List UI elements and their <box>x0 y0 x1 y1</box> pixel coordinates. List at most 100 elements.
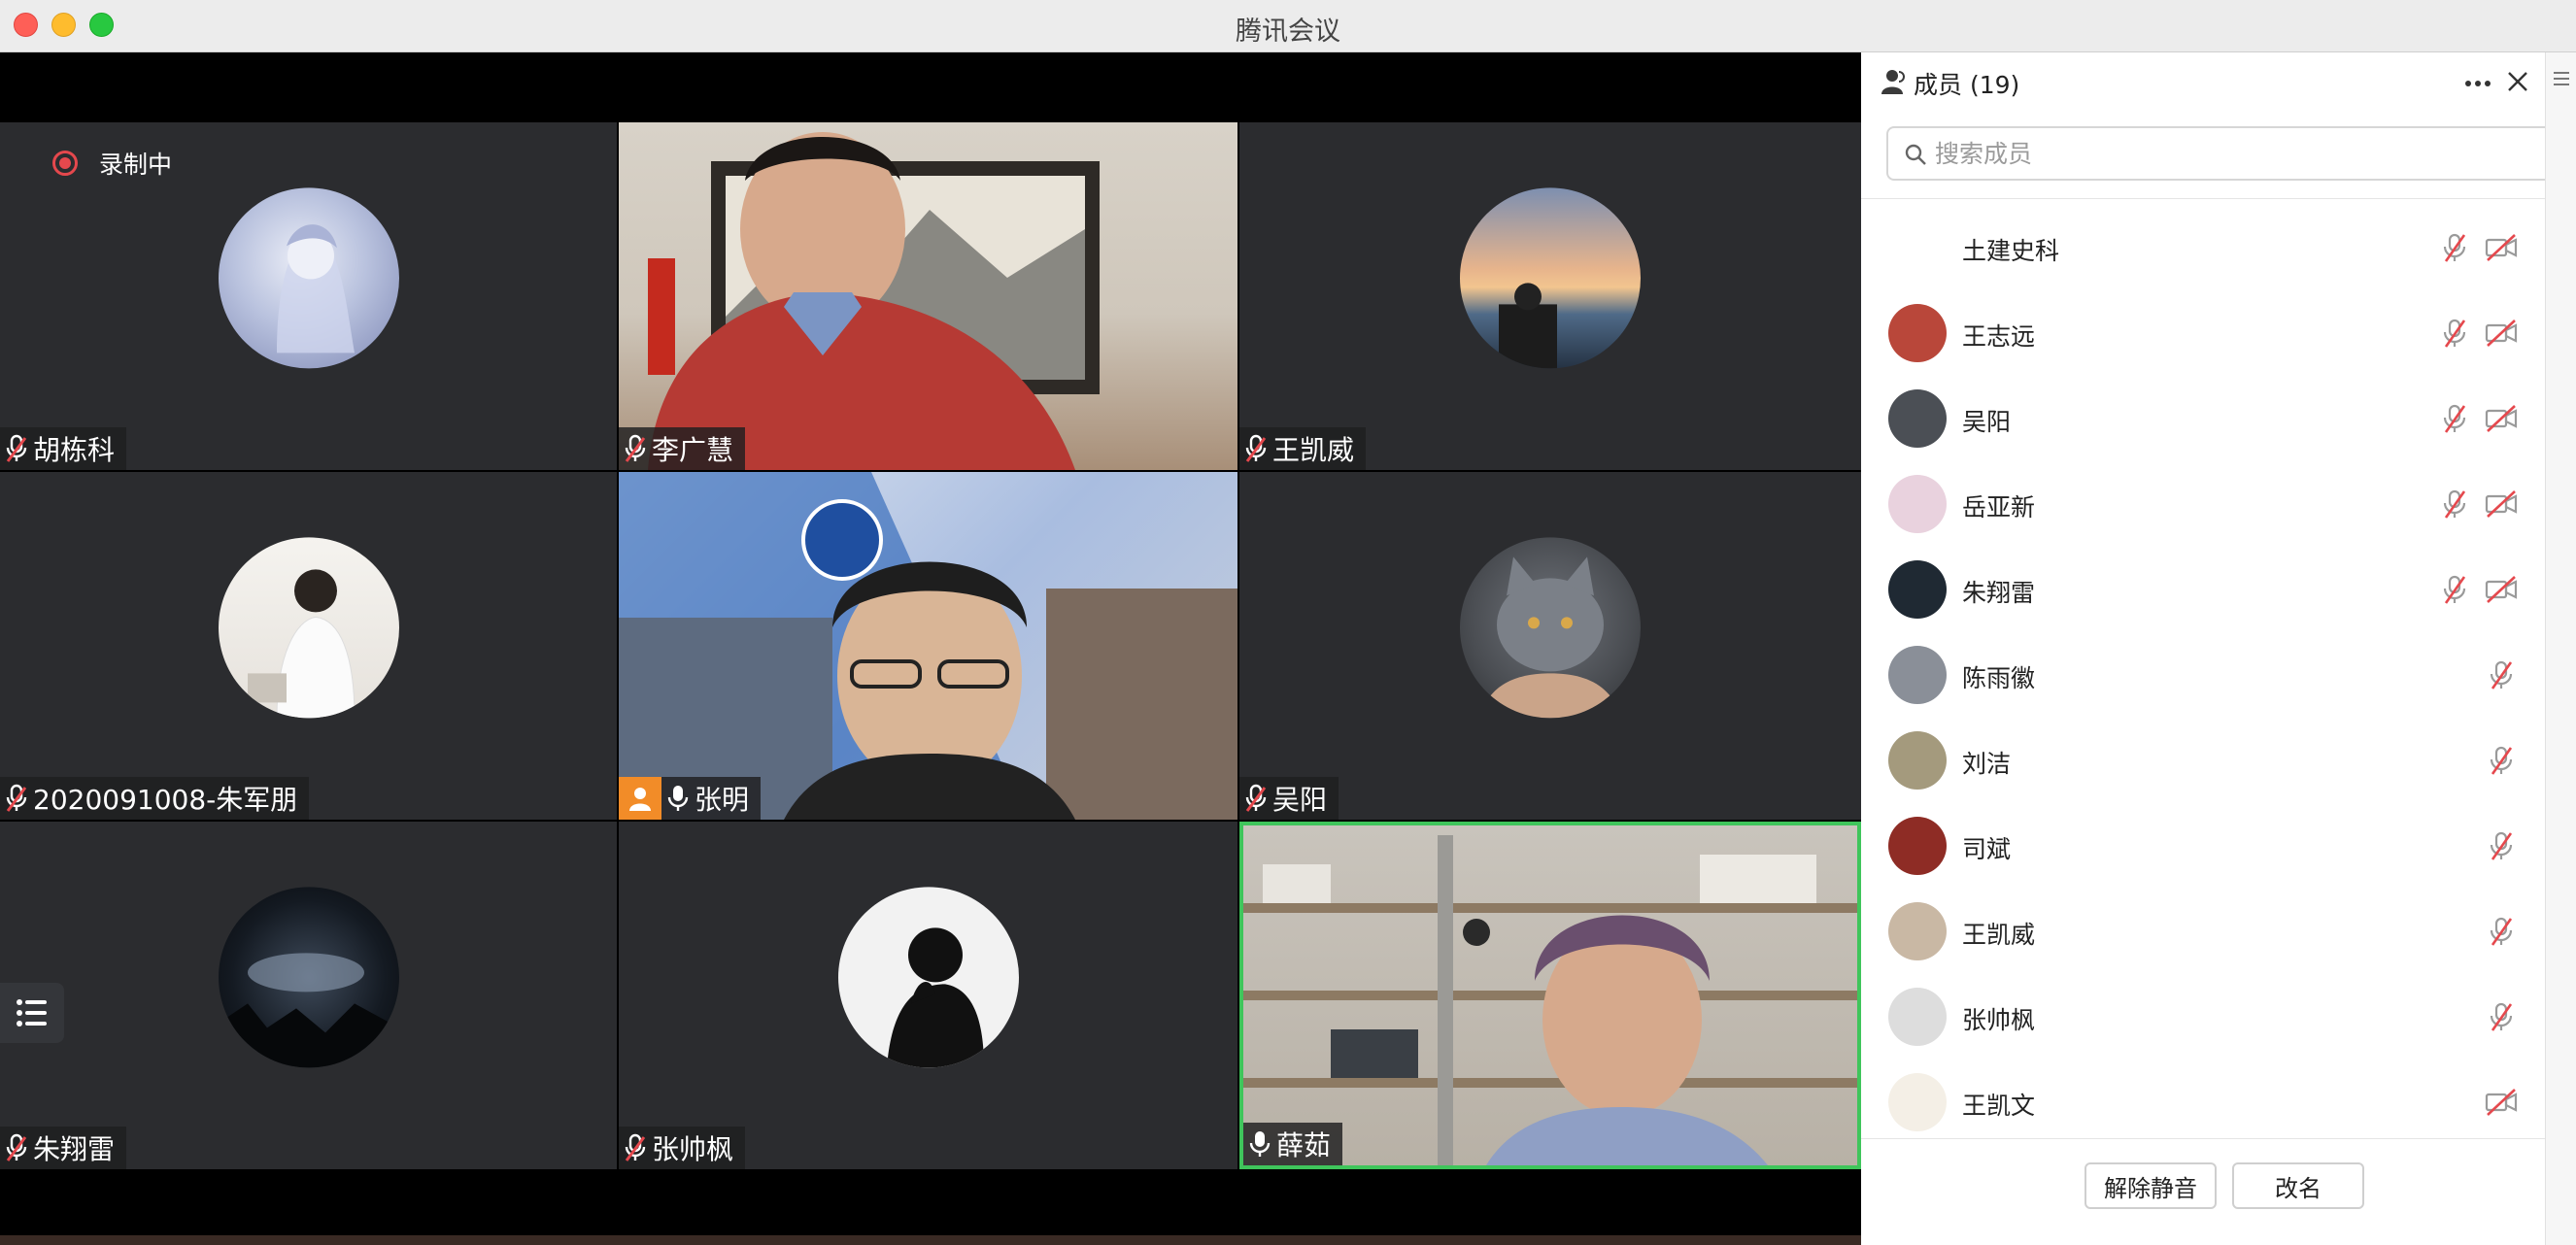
mic-muted-icon[interactable] <box>2438 403 2471 434</box>
video-tile-2[interactable]: 李广慧 <box>619 122 1237 470</box>
desktop-background-strip <box>0 1235 1861 1245</box>
member-avatar <box>1888 646 1947 704</box>
participant-name-tag: 朱翔雷 <box>0 1127 127 1169</box>
member-avatar <box>1888 817 1947 875</box>
members-panel-header: 成员 (19) <box>1861 52 2545 113</box>
member-name: 吴阳 <box>1962 408 2012 436</box>
participant-name-tag: 张明 <box>619 777 762 820</box>
video-tile-8[interactable]: 张帅枫 <box>619 822 1237 1169</box>
recording-label: 录制中 <box>99 151 173 179</box>
window-title: 腾讯会议 <box>1236 17 1340 47</box>
camera-off-icon[interactable] <box>2485 574 2518 605</box>
participant-name-tag: 王凯威 <box>1239 427 1367 470</box>
mic-muted-icon <box>625 434 646 463</box>
recording-icon <box>52 151 78 176</box>
mic-muted-icon[interactable] <box>2438 232 2471 263</box>
video-tile-9-active-speaker[interactable]: 薛茹 <box>1239 822 1861 1169</box>
camera-off-icon[interactable] <box>2485 488 2518 520</box>
mic-muted-icon[interactable] <box>2438 318 2471 349</box>
video-tile-7[interactable]: 朱翔雷 <box>0 822 617 1169</box>
camera-off-icon[interactable] <box>2485 318 2518 349</box>
mic-icon <box>1249 1129 1271 1159</box>
member-search-input[interactable] <box>1935 138 2537 169</box>
member-avatar <box>1888 304 1947 362</box>
list-icon <box>17 999 47 1026</box>
member-search[interactable] <box>1886 126 2559 181</box>
members-panel-title: 成员 (19) <box>1914 71 2020 99</box>
participant-name: 张帅枫 <box>652 1133 734 1165</box>
video-tile-5[interactable]: 张明 <box>619 472 1237 820</box>
member-name: 土建史科 <box>1962 237 2060 265</box>
member-avatar <box>1888 902 1947 960</box>
mic-muted-icon[interactable] <box>2485 830 2518 861</box>
members-panel: 成员 (19) 土建史科王志远吴阳岳亚新朱翔雷陈雨徽刘洁司斌王凯威张帅枫王凯文 … <box>1861 52 2576 1245</box>
member-avatar <box>1888 1073 1947 1131</box>
members-panel-footer: 解除静音 改名 <box>1861 1138 2545 1245</box>
member-row[interactable]: 岳亚新 <box>1861 461 2545 547</box>
participant-name: 王凯威 <box>1272 434 1355 466</box>
avatar <box>218 187 399 369</box>
video-tile-4[interactable]: 2020091008-朱军朋 <box>0 472 617 820</box>
member-name: 岳亚新 <box>1962 493 2036 522</box>
member-name: 陈雨徽 <box>1962 664 2036 692</box>
mic-muted-icon[interactable] <box>2438 574 2471 605</box>
menu-icon[interactable] <box>2554 72 2569 85</box>
member-avatar <box>1888 731 1947 790</box>
member-avatar <box>1888 988 1947 1046</box>
participant-name: 朱翔雷 <box>33 1133 116 1165</box>
member-name: 王凯威 <box>1962 921 2036 949</box>
participant-name-tag: 2020091008-朱军朋 <box>0 777 310 820</box>
mic-muted-icon <box>6 1133 27 1162</box>
video-tile-3[interactable]: 王凯威 <box>1239 122 1861 470</box>
member-avatar <box>1888 475 1947 533</box>
member-name: 朱翔雷 <box>1962 579 2036 607</box>
participant-name: 2020091008-朱军朋 <box>33 784 298 816</box>
mic-muted-icon[interactable] <box>2485 659 2518 690</box>
member-row[interactable]: 土建史科 <box>1861 205 2545 290</box>
avatar <box>837 887 1019 1068</box>
mic-muted-icon <box>1245 434 1267 463</box>
avatar <box>1460 187 1641 369</box>
participant-name-tag: 张帅枫 <box>619 1127 746 1169</box>
participant-name: 薛茹 <box>1276 1129 1332 1161</box>
meeting-window: 腾讯会议 胡栋科 录制中 李广慧 王凯威 2020091008-朱军朋 张明 吴… <box>0 0 2576 1245</box>
unmute-button[interactable]: 解除静音 <box>2085 1162 2217 1209</box>
member-row[interactable]: 司斌 <box>1861 803 2545 889</box>
member-name: 王志远 <box>1962 322 2036 351</box>
more-options-icon[interactable] <box>2465 80 2491 87</box>
member-row[interactable]: 刘洁 <box>1861 718 2545 803</box>
mic-muted-icon[interactable] <box>2485 916 2518 947</box>
layout-list-button[interactable] <box>0 983 64 1043</box>
rename-button[interactable]: 改名 <box>2232 1162 2364 1209</box>
camera-off-icon[interactable] <box>2485 232 2518 263</box>
avatar <box>218 537 399 719</box>
participant-name: 李广慧 <box>652 434 734 466</box>
member-row[interactable]: 吴阳 <box>1861 376 2545 461</box>
participant-name: 吴阳 <box>1272 784 1328 816</box>
member-name: 司斌 <box>1962 835 2012 863</box>
mic-muted-icon <box>625 1133 646 1162</box>
member-avatar <box>1888 389 1947 448</box>
member-row[interactable]: 张帅枫 <box>1861 974 2545 1060</box>
side-rail <box>2545 52 2576 1245</box>
member-row[interactable]: 朱翔雷 <box>1861 547 2545 632</box>
member-row[interactable]: 陈雨徽 <box>1861 632 2545 718</box>
mic-muted-icon[interactable] <box>2438 488 2471 520</box>
member-row[interactable]: 王凯文 <box>1861 1060 2545 1145</box>
participant-name: 张明 <box>695 784 750 816</box>
mic-muted-icon[interactable] <box>2485 745 2518 776</box>
close-panel-icon[interactable] <box>2506 70 2529 93</box>
camera-off-icon[interactable] <box>2485 403 2518 434</box>
mic-muted-icon <box>6 434 27 463</box>
mic-muted-icon[interactable] <box>2485 1001 2518 1032</box>
member-row[interactable]: 王凯威 <box>1861 889 2545 974</box>
camera-off-icon[interactable] <box>2485 1087 2518 1118</box>
avatar <box>218 887 399 1068</box>
avatar <box>1460 537 1641 719</box>
video-tile-6[interactable]: 吴阳 <box>1239 472 1861 820</box>
participant-name-tag: 李广慧 <box>619 427 746 470</box>
member-row[interactable]: 王志远 <box>1861 290 2545 376</box>
video-feed <box>1243 835 1857 1165</box>
title-bar: 腾讯会议 <box>0 0 2576 52</box>
recording-indicator[interactable]: 录制中 <box>52 146 172 181</box>
